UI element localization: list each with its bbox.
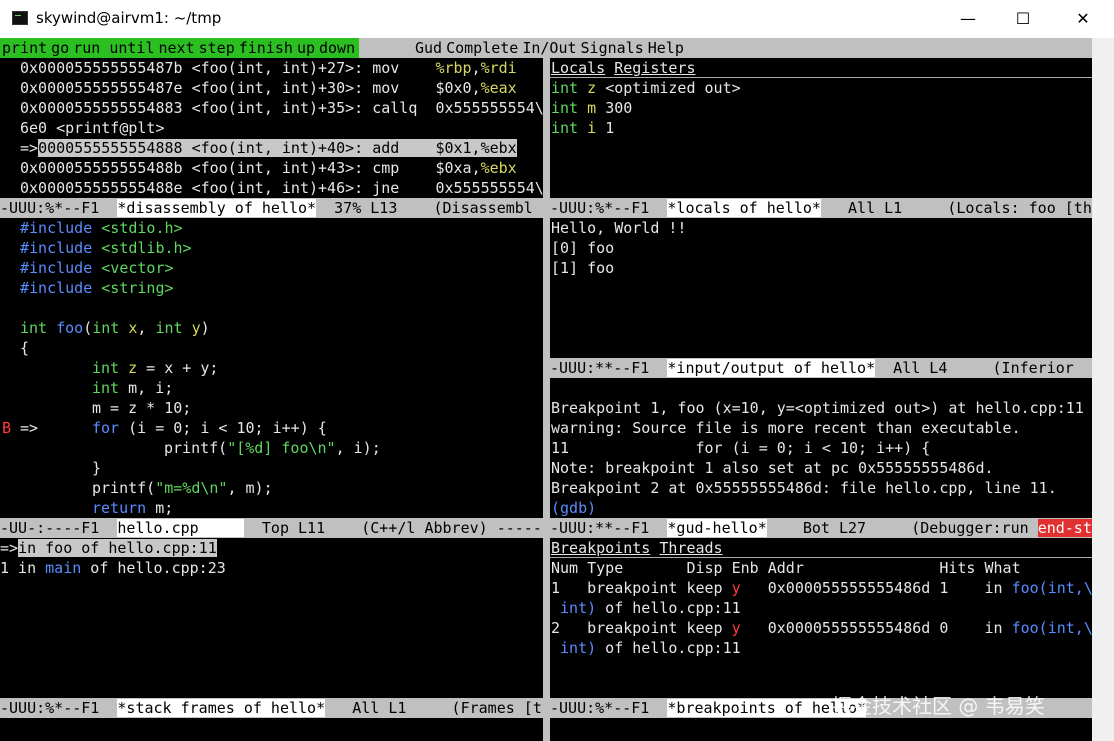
source-line: int m, i; <box>92 379 174 397</box>
local-var-row: int z <optimized out> <box>551 79 741 97</box>
local-var-row: int i 1 <box>551 119 615 137</box>
io-pane[interactable]: Hello, World !! [0] foo [1] foo <box>550 218 1092 358</box>
source-line: #include <string> <box>20 279 174 297</box>
breakpoints-tabs: Breakpoints Threads <box>551 538 723 558</box>
menu-go[interactable]: go <box>49 38 71 58</box>
disasm-current-line: =>0000555555554888 <foo(int, int)+40>: a… <box>20 139 517 157</box>
source-line: #include <stdlib.h> <box>20 239 192 257</box>
breakpoints-header: Num Type Disp Enb Addr Hits What <box>551 559 1021 577</box>
watermark-text: 掘金技术社区 @ 韦易笑 <box>832 694 1045 718</box>
locals-tabs: Locals Registers <box>551 58 696 78</box>
menu-help[interactable]: Help <box>646 38 686 58</box>
gud-toolbar: print go run until next step finish up down <box>0 38 360 58</box>
window-scrollbar[interactable] <box>1092 38 1114 741</box>
menu-finish[interactable]: finish <box>237 38 295 58</box>
gud-output-line: warning: Source file is more recent than… <box>551 419 1021 437</box>
maximize-button[interactable]: ☐ <box>1000 4 1046 34</box>
disasm-line: 0x000055555555487b <foo(int, int)+27>: m… <box>20 59 517 77</box>
locals-modeline[interactable]: -UUU:%*--F1 *locals of hello* All L1 (Lo… <box>550 198 1092 218</box>
source-line: int foo(int x, int y) <box>20 319 210 337</box>
gud-modeline[interactable]: -UUU:**--F1 *gud-hello* Bot L27 (Debugge… <box>550 518 1092 538</box>
local-var-row: int m 300 <box>551 99 633 117</box>
breakpoints-pane[interactable]: Breakpoints Threads Num Type Disp Enb Ad… <box>550 538 1092 698</box>
source-line: printf("[%d] foo\n", i); <box>164 439 381 457</box>
gud-output-line: 11 for (i = 0; i < 10; i++) { <box>551 439 931 457</box>
breakpoint-row[interactable]: 2 breakpoint keep y 0x000055555555486d 0… <box>551 618 1092 638</box>
menu-step[interactable]: step <box>197 38 237 58</box>
source-current-line: for (i = 0; i < 10; i++) { <box>92 419 327 437</box>
source-line: printf("m=%d\n", m); <box>92 479 273 497</box>
locals-pane[interactable]: Locals Registers int z <optimized out> i… <box>550 58 1092 198</box>
breakpoint-row-cont: int) of hello.cpp:11 <box>551 599 741 617</box>
source-line: int z = x + y; <box>92 359 219 377</box>
disasm-line: 0x000055555555488e <foo(int, int)+46>: j… <box>20 179 543 197</box>
menu-up[interactable]: up <box>295 38 317 58</box>
io-modeline[interactable]: -UUU:**--F1 *input/output of hello* All … <box>550 358 1092 378</box>
tab-threads[interactable]: Threads <box>659 539 722 557</box>
source-pane[interactable]: #include <stdio.h> #include <stdlib.h> #… <box>0 218 543 518</box>
breakpoint-marker[interactable]: B <box>2 418 11 438</box>
io-line: [0] foo <box>551 239 615 257</box>
source-line: return m; <box>92 499 174 517</box>
menu-run-until[interactable]: run until <box>71 38 156 58</box>
menu-complete[interactable]: Complete <box>444 38 520 58</box>
vertical-window-divider[interactable] <box>543 58 550 741</box>
breakpoint-row[interactable]: 1 breakpoint keep y 0x000055555555486d 1… <box>551 578 1092 598</box>
terminal-app-icon <box>12 11 28 25</box>
terminal-area: print go run until next step finish up down Gud… <box>0 38 1114 741</box>
disasm-line: 0x000055555555488b <foo(int, int)+43>: c… <box>20 159 517 177</box>
minimize-button[interactable]: — <box>945 4 991 34</box>
source-line: { <box>20 339 30 357</box>
menu-next[interactable]: next <box>157 38 197 58</box>
disasm-line: 0x000055555555487e <foo(int, int)+30>: m… <box>20 79 517 97</box>
disassembly-pane[interactable]: 0x000055555555487b <foo(int, int)+27>: m… <box>0 58 543 198</box>
stack-frame-row[interactable]: 1 in main of hello.cpp:23 <box>0 558 226 578</box>
source-line: #include <vector> <box>20 259 174 277</box>
menu-gud[interactable]: Gud <box>413 38 444 58</box>
gud-output-line: Breakpoint 2 at 0x55555555486d: file hel… <box>551 479 1057 497</box>
io-line: [1] foo <box>551 259 615 277</box>
window-titlebar: skywind@airvm1: ~/tmp — ☐ ✕ <box>0 0 1114 38</box>
close-button[interactable]: ✕ <box>1060 4 1106 34</box>
stack-frame-current[interactable]: =>in foo of hello.cpp:11 <box>0 538 217 558</box>
window-title: skywind@airvm1: ~/tmp <box>36 9 222 27</box>
disasm-line: 0x0000555555554883 <foo(int, int)+35>: c… <box>20 99 543 117</box>
gud-menu: Gud Complete In/Out Signals Help <box>413 38 686 58</box>
source-modeline[interactable]: -UU-:----F1 hello.cpp Top L11 (C++/l Abb… <box>0 518 543 538</box>
menu-down[interactable]: down <box>317 38 357 58</box>
current-line-arrow: => <box>20 419 39 437</box>
gud-console-pane[interactable]: Breakpoint 1, foo (x=10, y=<optimized ou… <box>550 378 1092 518</box>
gud-output-line: Note: breakpoint 1 also set at pc 0x5555… <box>551 459 994 477</box>
source-line: #include <stdio.h> <box>20 219 183 237</box>
disassembly-modeline[interactable]: -UUU:%*--F1 *disassembly of hello* 37% L… <box>0 198 543 218</box>
source-line: m = z * 10; <box>92 399 192 417</box>
gud-output-line: Breakpoint 1, foo (x=10, y=<optimized ou… <box>551 399 1084 417</box>
gdb-prompt[interactable]: (gdb) <box>551 498 596 518</box>
menu-signals[interactable]: Signals <box>579 38 646 58</box>
tab-breakpoints[interactable]: Breakpoints <box>551 539 650 557</box>
tab-locals[interactable]: Locals <box>551 59 605 77</box>
tab-registers[interactable]: Registers <box>614 59 695 77</box>
menu-in-out[interactable]: In/Out <box>520 38 578 58</box>
gud-menubar: print go run until next step finish up down Gud… <box>0 38 1092 58</box>
menu-print[interactable]: print <box>0 38 49 58</box>
stack-modeline[interactable]: -UUU:%*--F1 *stack frames of hello* All … <box>0 698 543 718</box>
source-line: } <box>92 459 102 477</box>
io-line: Hello, World !! <box>551 219 687 237</box>
breakpoint-row-cont: int) of hello.cpp:11 <box>551 639 741 657</box>
disasm-line: 6e0 <printf@plt> <box>20 119 165 137</box>
stack-frames-pane[interactable]: =>in foo of hello.cpp:11 1 in main of he… <box>0 538 543 698</box>
